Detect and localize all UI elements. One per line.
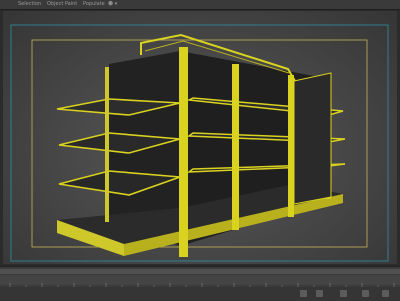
menu-item-selection[interactable]: Selection [18,0,41,9]
upright-mid [232,64,239,230]
menu-bar: Selection Object Paint Populate ☻ ▾ [0,0,400,10]
orbit-icon[interactable] [362,290,369,297]
key-icon[interactable] [300,290,307,297]
upright-front-main [179,47,188,257]
viewport-scene [10,24,389,262]
play-icon[interactable] [316,290,323,297]
bottom-panel [0,266,400,301]
status-bar [0,287,400,301]
menu-item-populate[interactable]: Populate [83,0,105,9]
menu-item-object-paint[interactable]: Object Paint [47,0,77,9]
menu-item-options[interactable]: ☻ ▾ [108,0,117,9]
pan-icon[interactable] [382,290,389,297]
perspective-viewport[interactable] [3,11,397,264]
upright-left-back [105,67,109,222]
end-cap [293,72,332,205]
time-slider[interactable] [0,269,400,274]
upright-right [288,75,294,217]
timeline-track[interactable] [0,275,400,289]
zoom-icon[interactable] [340,290,347,297]
